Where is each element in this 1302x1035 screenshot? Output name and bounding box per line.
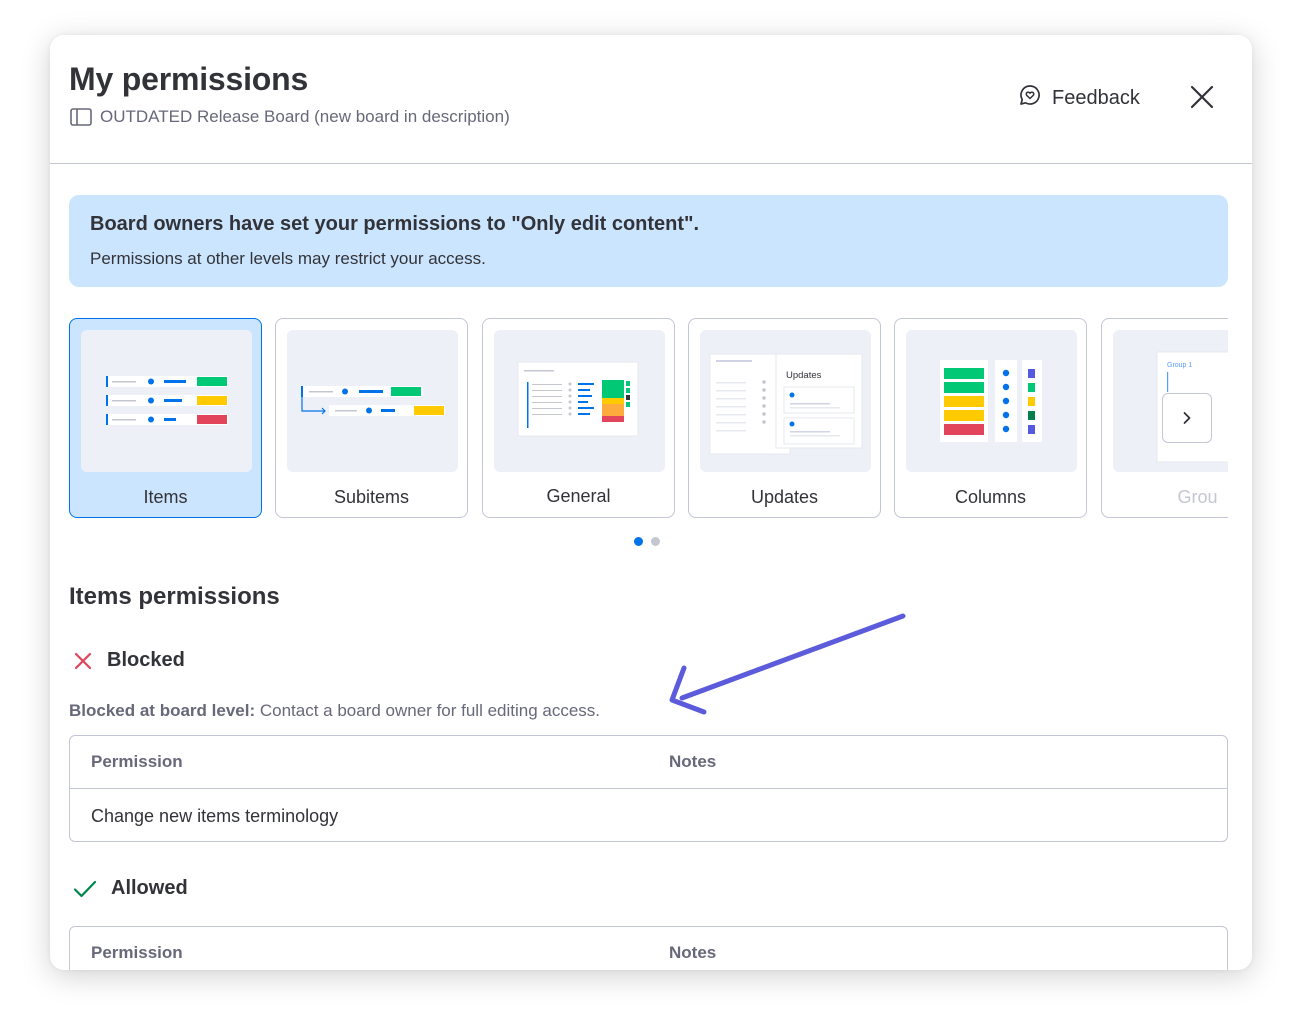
blocked-x-icon	[74, 652, 92, 669]
banner-text: Permissions at other levels may restrict…	[90, 249, 486, 268]
allowed-permissions-table: Permission Notes	[69, 926, 1228, 970]
category-card-label: Grou	[1177, 487, 1218, 507]
permission-category-carousel: Items Subitems General Updates Updates C…	[69, 318, 1228, 523]
category-card-label: Columns	[954, 487, 1027, 507]
category-card-label: Subitems	[333, 487, 410, 507]
board-name: OUTDATED Release Board (new board in des…	[100, 107, 510, 126]
general-illustration	[494, 330, 665, 472]
subitems-illustration	[287, 330, 458, 472]
board-icon	[70, 108, 92, 126]
feedback-label: Feedback	[1052, 86, 1140, 109]
chevron-right-icon	[1183, 412, 1191, 424]
blocked-permissions-table: Permission Notes Change new items termin…	[69, 735, 1228, 842]
category-card-updates[interactable]: Updates Updates	[688, 318, 881, 518]
blocked-note-text: Contact a board owner for full editing a…	[255, 701, 601, 720]
category-card-items[interactable]: Items	[69, 318, 262, 518]
table-header: Permission Notes	[70, 736, 1227, 789]
feedback-button[interactable]: Feedback	[1018, 83, 1140, 113]
category-card-label: General	[546, 486, 611, 506]
items-illustration	[81, 330, 252, 472]
groups-thumb-title: Group 1	[1167, 362, 1192, 369]
permission-banner: Board owners have set your permissions t…	[69, 195, 1228, 287]
board-breadcrumb: OUTDATED Release Board (new board in des…	[70, 107, 510, 127]
modal-header: My permissions OUTDATED Release Board (n…	[50, 35, 1252, 164]
blocked-note-bold: Blocked at board level:	[69, 701, 256, 720]
updates-thumb-title: Updates	[786, 370, 822, 381]
close-button[interactable]	[1188, 83, 1216, 111]
blocked-heading: Blocked	[73, 649, 185, 672]
blocked-label: Blocked	[107, 649, 185, 671]
carousel-pagination	[634, 537, 660, 546]
check-icon	[73, 880, 97, 897]
allowed-label: Allowed	[111, 877, 188, 899]
annotation-arrow	[669, 613, 906, 715]
category-card-label: Updates	[750, 487, 819, 507]
category-card-subitems[interactable]: Subitems	[275, 318, 468, 518]
category-card-columns[interactable]: Columns	[894, 318, 1087, 518]
updates-illustration: Updates	[700, 330, 871, 472]
section-title: Items permissions	[69, 583, 280, 610]
category-card-label: Items	[143, 487, 188, 507]
table-header: Permission Notes	[70, 927, 1227, 970]
feedback-icon	[1018, 83, 1042, 113]
pagination-dot-2[interactable]	[651, 537, 660, 546]
category-card-general[interactable]: General	[482, 318, 675, 518]
blocked-note: Blocked at board level: Contact a board …	[69, 701, 600, 721]
pagination-dot-1[interactable]	[634, 537, 643, 546]
table-row: Change new items terminology	[70, 789, 1227, 842]
column-header-permission: Permission	[91, 752, 183, 771]
banner-title: Board owners have set your permissions t…	[90, 213, 700, 235]
allowed-heading: Allowed	[73, 877, 188, 900]
carousel-next-button[interactable]	[1162, 393, 1212, 443]
column-header-notes: Notes	[669, 943, 717, 962]
column-header-permission: Permission	[91, 943, 183, 962]
permissions-modal: My permissions OUTDATED Release Board (n…	[50, 35, 1252, 970]
column-header-notes: Notes	[669, 752, 717, 771]
permission-cell: Change new items terminology	[91, 806, 339, 826]
columns-illustration	[906, 330, 1077, 472]
page-title: My permissions	[69, 61, 309, 97]
close-icon	[1190, 85, 1214, 109]
